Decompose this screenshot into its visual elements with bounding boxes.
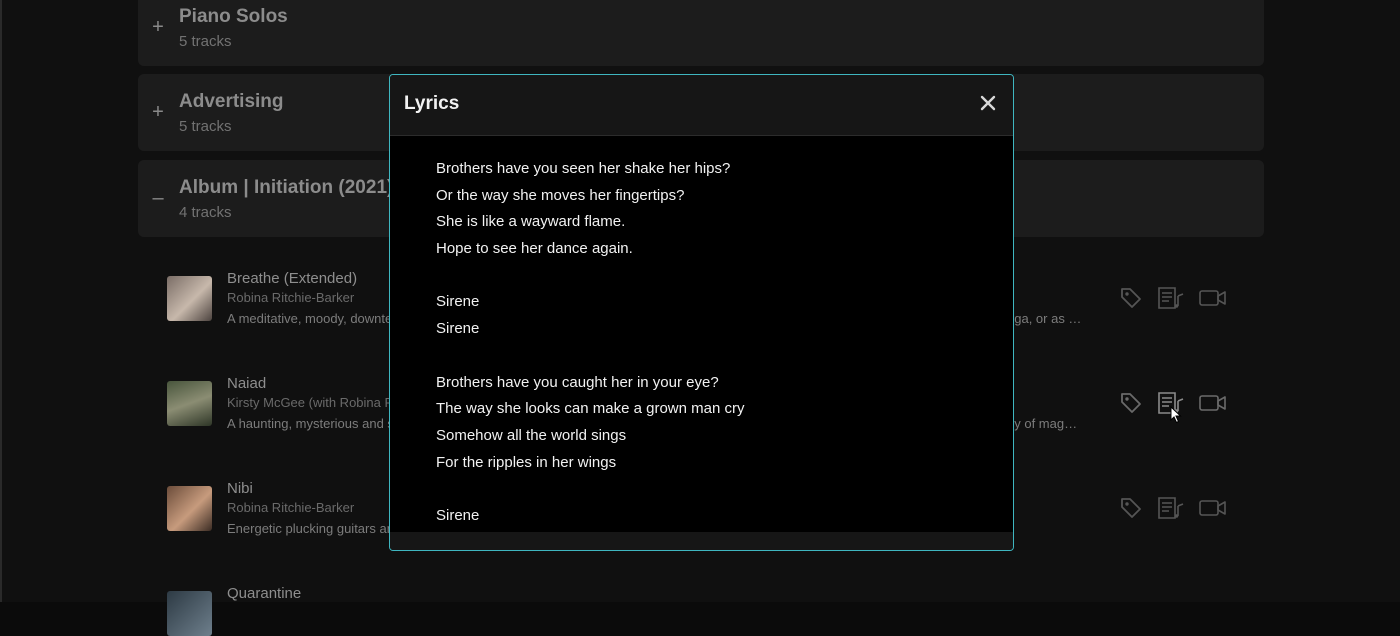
lyrics-text: Brothers have you seen her shake her hip… [436,156,976,530]
lyric-line: Sirene [436,320,480,338]
lyrics-modal: Lyrics Brothers have you seen her shake … [389,74,1014,551]
lyric-line [436,263,976,290]
lyric-line: Sirene [436,293,480,311]
modal-header: Lyrics [390,75,1013,136]
lyric-line: She is like a wayward flame. [436,213,626,231]
lyric-line [436,343,976,370]
modal-title: Lyrics [404,93,460,114]
lyric-line: Brothers have you seen her shake her hip… [436,160,731,177]
modal-footer [390,532,1013,550]
lyric-line: Somehow all the world sings [436,426,627,444]
lyric-line: Or the way she moves her fingertips? [436,186,685,204]
close-icon[interactable] [978,93,998,113]
lyric-line: Brothers have you caught her in your eye… [436,373,719,391]
lyric-line: The way she looks can make a grown man c… [436,400,745,418]
lyric-line [436,476,976,503]
mouse-pointer-icon [1170,406,1182,424]
lyrics-body[interactable]: Brothers have you seen her shake her hip… [390,136,1013,532]
lyric-line: Hope to see her dance again. [436,240,633,258]
lyric-line: Sirene [436,506,480,524]
lyric-line: For the ripples in her wings [436,453,617,471]
